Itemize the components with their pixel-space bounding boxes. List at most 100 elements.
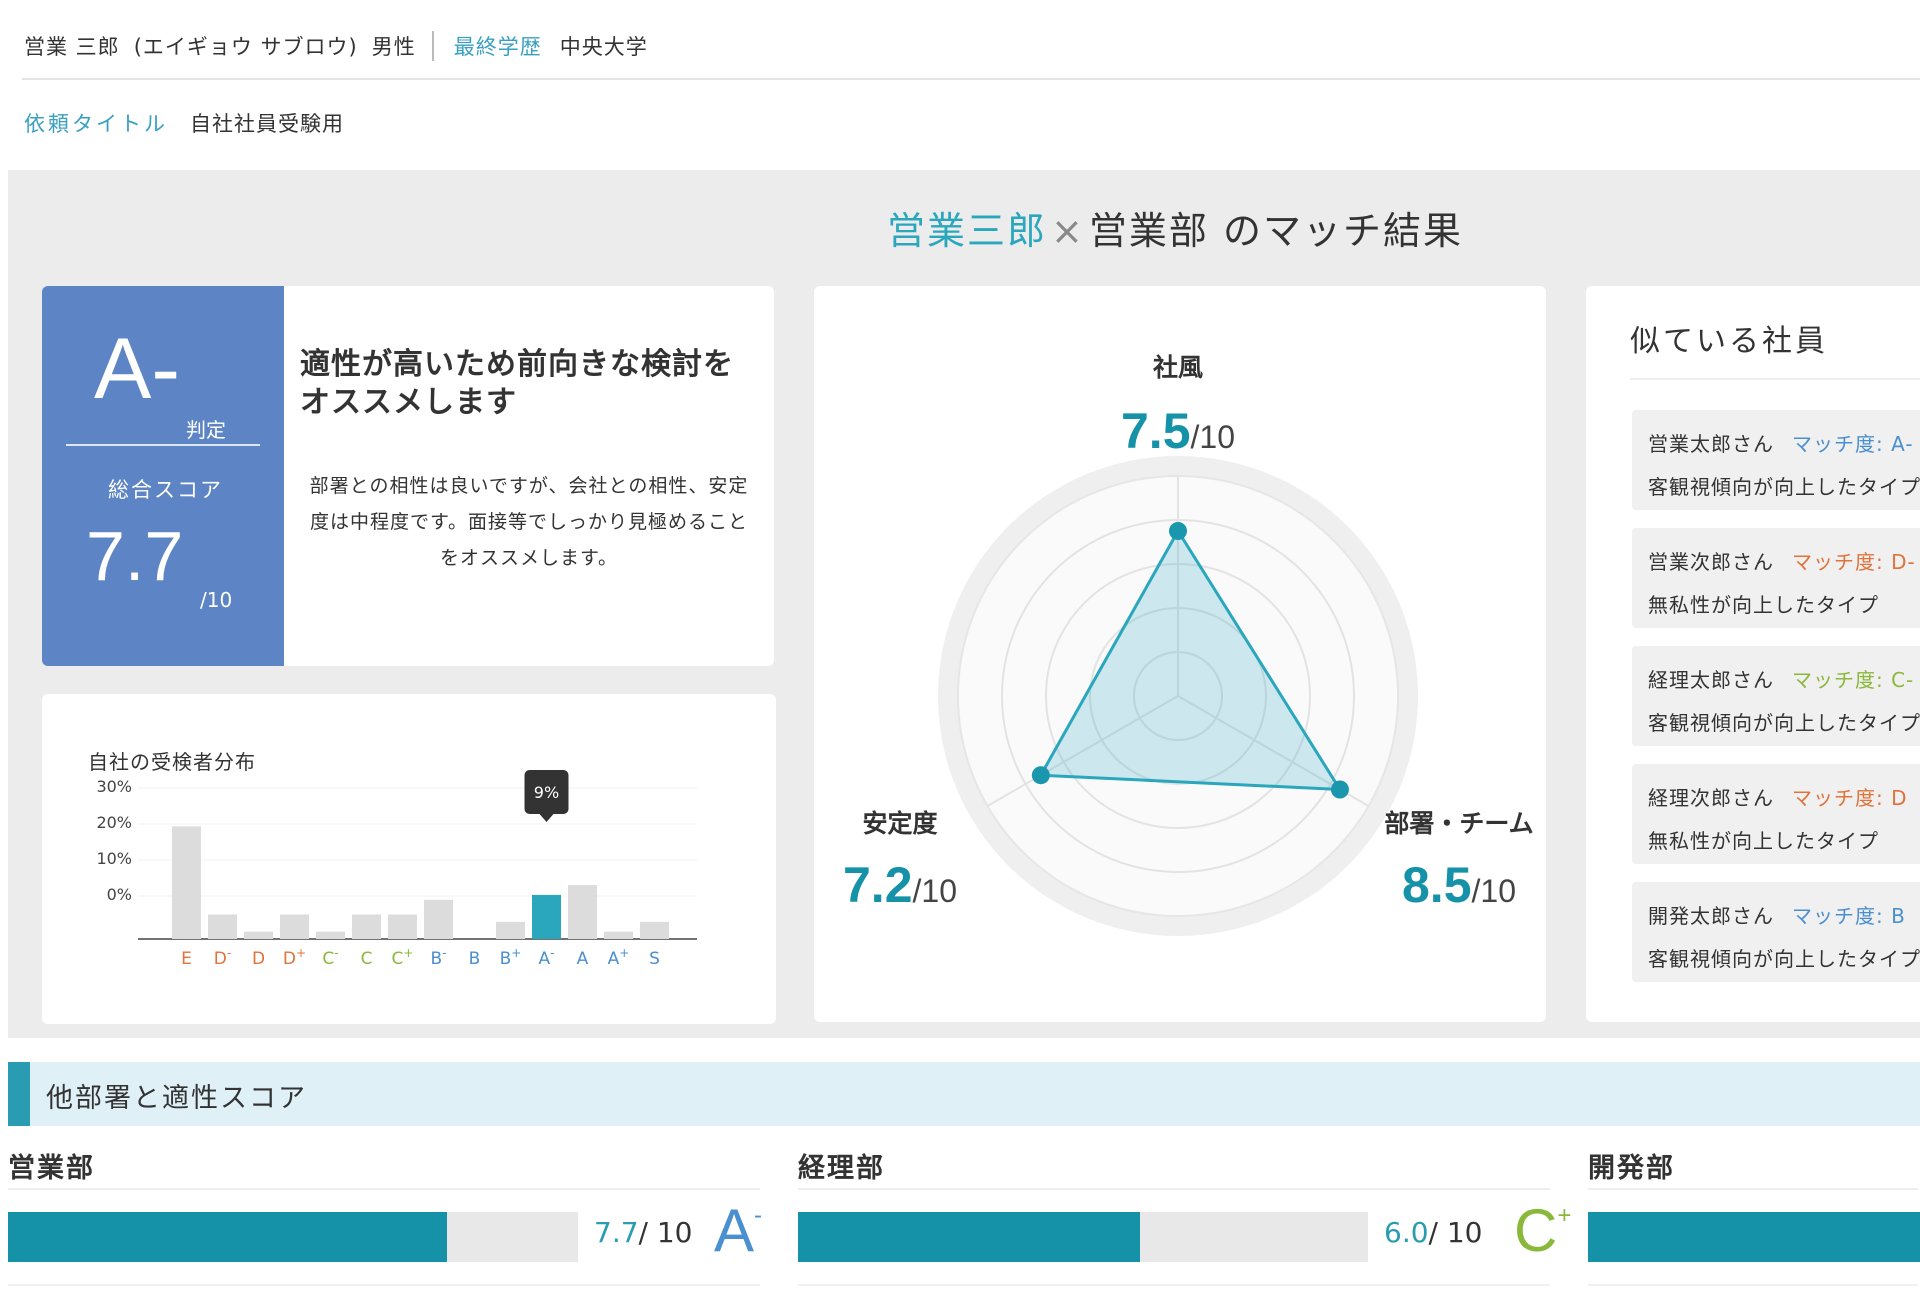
radar-point bbox=[1330, 780, 1349, 799]
distribution-bar bbox=[244, 931, 273, 939]
tooltip-pointer bbox=[539, 814, 554, 822]
candidate-name: 営業 三郎 bbox=[24, 35, 120, 59]
dept-grade-letter: C bbox=[1514, 1197, 1558, 1264]
x-tick-label: B+ bbox=[500, 946, 522, 969]
dept-name: 営業部 bbox=[8, 1153, 95, 1184]
dept-score-track bbox=[1588, 1212, 1920, 1262]
similar-title: 似ている社員 bbox=[1630, 324, 1828, 359]
similar-employee-name: 開発太郎さん bbox=[1648, 904, 1774, 928]
dept-bottom-rule bbox=[1588, 1284, 1918, 1286]
similar-employee-item[interactable]: 経理次郎さん マッチ度: D 無私性が向上したタイプ bbox=[1632, 764, 1920, 864]
request-title-value: 自社社員受験用 bbox=[190, 112, 344, 136]
dept-grade-sup: - bbox=[754, 1202, 763, 1229]
total-score-denominator: /10 bbox=[200, 588, 233, 612]
similar-employee-type: 客観視傾向が向上したタイプ bbox=[1648, 711, 1920, 735]
dept-score-track bbox=[798, 1212, 1368, 1262]
x-tick-label: D bbox=[252, 949, 265, 969]
section-accent bbox=[8, 1062, 30, 1126]
grade-value: A- bbox=[94, 321, 180, 417]
dept-divider bbox=[8, 1188, 760, 1190]
x-tick-label: D+ bbox=[283, 946, 306, 969]
x-tick-label: E bbox=[181, 949, 192, 969]
radar-chart: 社風 7.5/10 部署・チーム 8.5/10 安定度 7.2/10 bbox=[843, 353, 1534, 936]
distribution-bar bbox=[280, 914, 309, 939]
candidate-gender: 男性 bbox=[371, 35, 416, 59]
candidate-header: 営業 三郎 (エイギョウ サブロウ) 男性 最終学歴 中央大学 bbox=[24, 26, 648, 66]
dept-score-den: / 10 bbox=[638, 1216, 693, 1249]
dept-grade: C+ bbox=[1514, 1196, 1571, 1265]
y-tick-label: 30% bbox=[96, 777, 132, 796]
dept-bottom-rule bbox=[798, 1284, 1550, 1286]
y-tick-label: 10% bbox=[96, 849, 132, 868]
distribution-bar bbox=[532, 894, 561, 939]
y-tick-label: 0% bbox=[107, 885, 132, 904]
dept-score-text: 6.0/ 10 bbox=[1384, 1216, 1483, 1249]
radar-axis-label: 安定度 bbox=[862, 809, 937, 838]
similar-employee-item[interactable]: 営業次郎さん マッチ度: D- 無私性が向上したタイプ bbox=[1632, 528, 1920, 628]
recommendation-description: 部署との相性は良いですが、会社との相性、安定度は中程度です。面接等でしっかり見極… bbox=[309, 475, 749, 569]
match-person: 営業三郎 bbox=[887, 209, 1048, 253]
distribution-bar bbox=[496, 921, 525, 939]
similar-employee-name: 経理太郎さん bbox=[1648, 668, 1774, 692]
similar-employee-type: 無私性が向上したタイプ bbox=[1648, 829, 1879, 853]
distribution-bar bbox=[640, 921, 669, 939]
similar-employee-type: 客観視傾向が向上したタイプ bbox=[1648, 947, 1920, 971]
similar-employee-item[interactable]: 経理太郎さん マッチ度: C- 客観視傾向が向上したタイプ bbox=[1632, 646, 1920, 746]
dept-score-fill bbox=[8, 1212, 447, 1262]
other-depts-header: 他部署と適性スコア bbox=[8, 1062, 1920, 1126]
match-dept: 営業部 のマッチ結果 bbox=[1088, 209, 1463, 253]
dept-name: 開発部 bbox=[1588, 1153, 1675, 1184]
dept-score-den: / 10 bbox=[1428, 1216, 1483, 1249]
education-value: 中央大学 bbox=[559, 35, 648, 59]
distribution-bar bbox=[208, 914, 237, 939]
radar-card: 社風 7.5/10 部署・チーム 8.5/10 安定度 7.2/10 bbox=[814, 286, 1546, 1022]
radar-axis-label: 社風 bbox=[1153, 353, 1203, 382]
distribution-bar bbox=[568, 885, 597, 939]
grade-box: A- 判定 総合スコア 7.7 /10 bbox=[42, 286, 284, 666]
similar-employee-match: マッチ度: D- bbox=[1792, 550, 1916, 574]
dept-bottom-rule bbox=[8, 1284, 760, 1286]
grade-label: 判定 bbox=[186, 418, 226, 442]
similar-employee-item[interactable]: 開発太郎さん マッチ度: B 客観視傾向が向上したタイプ bbox=[1632, 882, 1920, 982]
similar-employee-item[interactable]: 営業太郎さん マッチ度: A- 客観視傾向が向上したタイプ bbox=[1632, 410, 1920, 510]
x-tick-label: B- bbox=[430, 946, 446, 969]
education-label: 最終学歴 bbox=[453, 35, 542, 59]
other-depts-title: 他部署と適性スコア bbox=[46, 1083, 307, 1114]
similar-employee-type: 無私性が向上したタイプ bbox=[1648, 593, 1879, 617]
dept-divider bbox=[798, 1188, 1550, 1190]
x-tick-label: D- bbox=[214, 946, 231, 969]
x-tick-label: A bbox=[577, 949, 589, 969]
radar-point bbox=[1031, 766, 1050, 785]
dept-score-row: 開発部 bbox=[1588, 1146, 1920, 1286]
dept-divider bbox=[1588, 1188, 1918, 1190]
dept-score-value: 6.0 bbox=[1384, 1216, 1429, 1249]
dept-score-fill bbox=[1588, 1212, 1920, 1262]
radar-axis-value: 8.5/10 bbox=[1402, 857, 1516, 913]
distribution-bar bbox=[604, 931, 633, 939]
y-tick-label: 20% bbox=[96, 813, 132, 832]
x-tick-label: S bbox=[649, 949, 660, 969]
distribution-bar bbox=[352, 914, 381, 939]
x-tick-label: A- bbox=[539, 946, 555, 969]
dept-score-track bbox=[8, 1212, 578, 1262]
total-score-value: 7.7 bbox=[86, 517, 184, 595]
dept-grade-letter: A bbox=[714, 1197, 755, 1264]
highlight-tooltip: 9% bbox=[524, 770, 569, 822]
x-tick-label: C bbox=[361, 949, 373, 969]
similar-employee-match: マッチ度: C- bbox=[1792, 668, 1915, 692]
tooltip-label: 9% bbox=[534, 783, 559, 802]
dept-score-text: 7.7/ 10 bbox=[594, 1216, 693, 1249]
distribution-chart: 30% 20% 10% 0% E D- D D+ C- C C+ B- B B+ A- A A+ S 9% bbox=[96, 770, 697, 969]
x-tick-label: C+ bbox=[392, 946, 414, 969]
radar-point bbox=[1169, 522, 1187, 540]
x-tick-label: B bbox=[469, 949, 481, 969]
similar-employees-card: 似ている社員 営業太郎さん マッチ度: A- 客観視傾向が向上したタイプ 営業次郎さ… bbox=[1586, 286, 1920, 1022]
total-score-label: 総合スコア bbox=[108, 478, 223, 502]
grade-divider bbox=[66, 444, 260, 446]
distribution-bar bbox=[388, 914, 417, 939]
similar-divider bbox=[1630, 378, 1920, 380]
dept-grade-sup: + bbox=[1557, 1202, 1572, 1229]
score-card: A- 判定 総合スコア 7.7 /10 適性が高いため前向きな検討をオススメしま… bbox=[42, 286, 774, 666]
x-tick-label: C- bbox=[322, 946, 338, 969]
x-tick-label: A+ bbox=[608, 946, 630, 969]
